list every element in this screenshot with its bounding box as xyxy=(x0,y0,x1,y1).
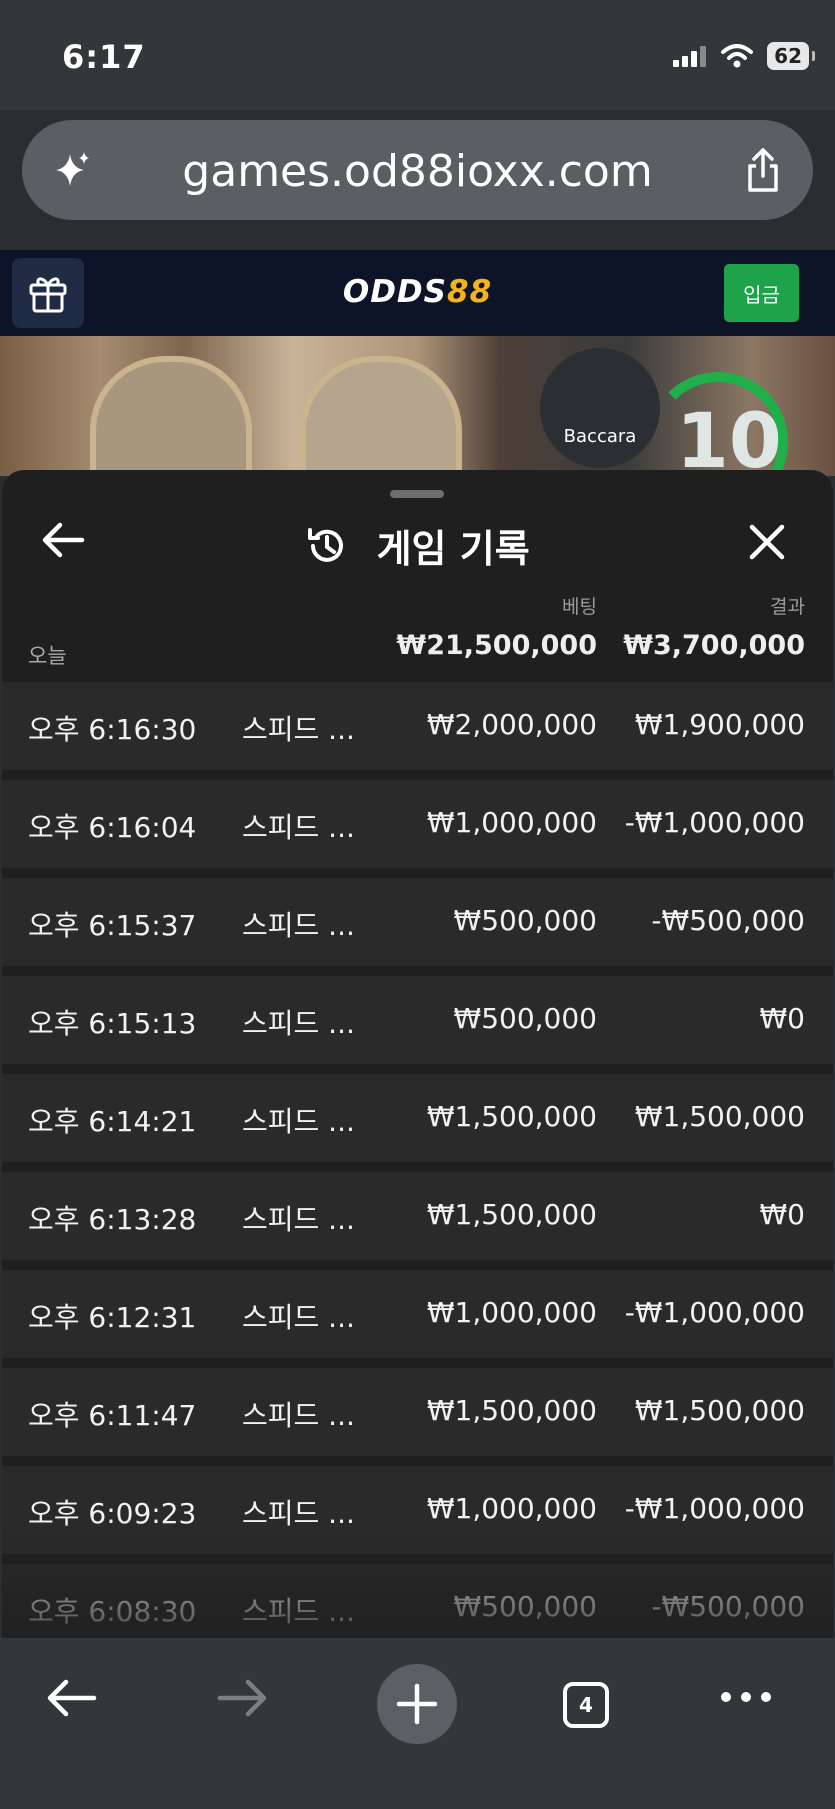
game-badge: Baccara xyxy=(540,348,660,468)
row-game: 스피드 ... xyxy=(242,909,355,942)
row-bet: ₩1,500,000 xyxy=(426,1100,597,1133)
row-time: 오후 6:15:13 xyxy=(28,1007,197,1040)
browser-back-icon[interactable] xyxy=(44,1676,98,1720)
row-bet: ₩2,000,000 xyxy=(426,708,597,741)
logo-text-left: ODDS xyxy=(342,274,447,310)
countdown-number: 10 xyxy=(676,396,782,476)
row-time: 오후 6:16:04 xyxy=(28,811,197,844)
row-bet: ₩500,000 xyxy=(453,904,597,937)
row-result: ₩1,500,000 xyxy=(634,1100,805,1133)
row-time: 오후 6:09:23 xyxy=(28,1497,197,1530)
history-list: 오후 6:16:30 스피드 ... ₩2,000,000 ₩1,900,000 오후 … xyxy=(2,682,833,1642)
site-logo[interactable]: ODDS88 xyxy=(0,274,835,310)
column-header-bet: 베팅 xyxy=(562,596,597,618)
row-result: ₩0 xyxy=(759,1002,806,1035)
row-result: -₩1,000,000 xyxy=(624,1296,805,1329)
row-bet: ₩1,000,000 xyxy=(426,806,597,839)
row-game: 스피드 ... xyxy=(242,1203,355,1236)
status-icons: 62 xyxy=(673,42,815,70)
row-result: ₩1,500,000 xyxy=(634,1394,805,1427)
close-icon[interactable] xyxy=(747,522,787,562)
total-result: ₩3,700,000 xyxy=(623,630,805,661)
row-bet: ₩500,000 xyxy=(453,1002,597,1035)
row-game: 스피드 ... xyxy=(242,1105,355,1138)
row-game: 스피드 ... xyxy=(242,1301,355,1334)
total-bet: ₩21,500,000 xyxy=(396,630,597,661)
row-game: 스피드 ... xyxy=(242,1399,355,1432)
row-result: ₩0 xyxy=(759,1198,806,1231)
wifi-icon xyxy=(721,44,754,68)
row-result: ₩1,900,000 xyxy=(634,708,805,741)
signal-icon xyxy=(673,46,707,67)
row-time: 오후 6:16:30 xyxy=(28,713,197,746)
browser-forward-icon[interactable] xyxy=(216,1676,270,1720)
history-row[interactable]: 오후 6:16:30 스피드 ... ₩2,000,000 ₩1,900,000 xyxy=(2,682,833,770)
row-time: 오후 6:15:37 xyxy=(28,909,197,942)
row-time: 오후 6:11:47 xyxy=(28,1399,197,1432)
history-row[interactable]: 오후 6:15:13 스피드 ... ₩500,000 ₩0 xyxy=(2,976,833,1064)
decor-arch xyxy=(300,356,462,476)
logo-text-right: 88 xyxy=(447,274,493,310)
tab-switcher-button[interactable]: 4 xyxy=(563,1682,609,1728)
row-game: 스피드 ... xyxy=(242,713,355,746)
row-bet: ₩1,500,000 xyxy=(426,1394,597,1427)
row-result: -₩500,000 xyxy=(651,1590,805,1623)
row-bet: ₩1,000,000 xyxy=(426,1492,597,1525)
deposit-button[interactable]: 입금 xyxy=(724,264,799,322)
browser-toolbar: 4 xyxy=(0,1638,835,1809)
history-row[interactable]: 오후 6:09:23 스피드 ... ₩1,000,000 -₩1,000,000 xyxy=(2,1466,833,1554)
decor-arch xyxy=(90,356,252,476)
row-bet: ₩1,000,000 xyxy=(426,1296,597,1329)
row-game: 스피드 ... xyxy=(242,1497,355,1530)
history-row[interactable]: 오후 6:16:04 스피드 ... ₩1,000,000 -₩1,000,000 xyxy=(2,780,833,868)
row-result: -₩1,000,000 xyxy=(624,1492,805,1525)
sheet-drag-handle[interactable] xyxy=(390,490,444,498)
new-tab-button[interactable] xyxy=(377,1664,457,1744)
day-label: 오늘 xyxy=(28,644,67,668)
site-header: ODDS88 입금 xyxy=(0,250,835,336)
column-header-result: 결과 xyxy=(770,596,805,618)
share-icon[interactable] xyxy=(741,146,785,194)
row-game: 스피드 ... xyxy=(242,811,355,844)
history-row[interactable]: 오후 6:11:47 스피드 ... ₩1,500,000 ₩1,500,000 xyxy=(2,1368,833,1456)
row-game: 스피드 ... xyxy=(242,1007,355,1040)
row-time: 오후 6:13:28 xyxy=(28,1203,197,1236)
row-result: -₩500,000 xyxy=(651,904,805,937)
row-result: -₩1,000,000 xyxy=(624,806,805,839)
history-icon xyxy=(308,527,344,562)
status-time: 6:17 xyxy=(62,38,146,76)
sheet-title-text: 게임 기록 xyxy=(376,527,530,571)
row-time: 오후 6:08:30 xyxy=(28,1595,197,1628)
url-bar[interactable]: games.od88ioxx.com xyxy=(22,120,813,220)
row-bet: ₩500,000 xyxy=(453,1590,597,1623)
history-row[interactable]: 오후 6:12:31 스피드 ... ₩1,000,000 -₩1,000,000 xyxy=(2,1270,833,1358)
battery-indicator: 62 xyxy=(767,42,815,70)
live-game-stream: Baccara 10 xyxy=(0,336,835,476)
sheet-title: 게임 기록 xyxy=(2,518,833,573)
url-text[interactable]: games.od88ioxx.com xyxy=(22,146,813,197)
status-bar: 6:17 62 xyxy=(0,0,835,110)
row-bet: ₩1,500,000 xyxy=(426,1198,597,1231)
history-row[interactable]: 오후 6:13:28 스피드 ... ₩1,500,000 ₩0 xyxy=(2,1172,833,1260)
row-game: 스피드 ... xyxy=(242,1595,355,1628)
row-time: 오후 6:14:21 xyxy=(28,1105,197,1138)
plus-icon xyxy=(396,1683,438,1725)
history-row[interactable]: 오후 6:08:30 스피드 ... ₩500,000 -₩500,000 xyxy=(2,1564,833,1642)
history-row[interactable]: 오후 6:15:37 스피드 ... ₩500,000 -₩500,000 xyxy=(2,878,833,966)
history-row[interactable]: 오후 6:14:21 스피드 ... ₩1,500,000 ₩1,500,000 xyxy=(2,1074,833,1162)
more-menu-icon[interactable] xyxy=(721,1692,771,1702)
game-history-sheet: 게임 기록 베팅 결과 오늘 ₩21,500,000 ₩3,700,000 오후… xyxy=(2,470,833,1642)
row-time: 오후 6:12:31 xyxy=(28,1301,197,1334)
